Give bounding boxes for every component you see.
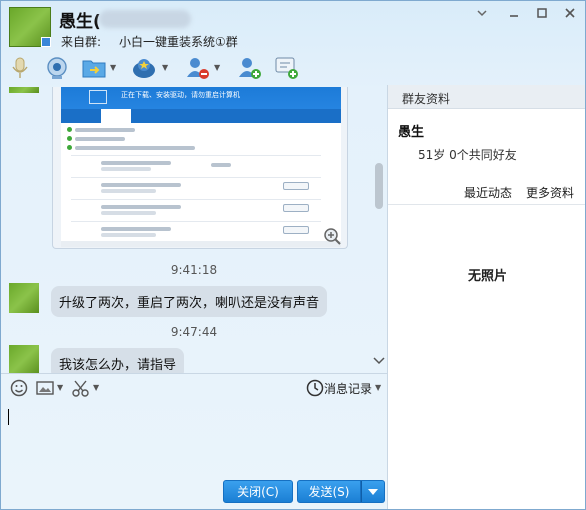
close-icon[interactable]: [561, 7, 579, 23]
message-input[interactable]: [1, 401, 387, 475]
add-friend-link[interactable]: 好友: [546, 121, 570, 138]
chevron-down-icon[interactable]: [473, 7, 491, 23]
send-button[interactable]: 发送(S): [297, 480, 361, 503]
chat-window: 愚生( 来自群: 小白一键重装系统①群 ▼ ▼ ▼ 正在下载、安装驱动，请勿重启…: [0, 0, 586, 510]
send-options-button[interactable]: [361, 480, 385, 503]
clock-icon[interactable]: [305, 378, 325, 398]
panel-header: 群友资料: [388, 85, 585, 109]
remote-assist-icon[interactable]: [131, 55, 157, 81]
history-menu-arrow[interactable]: ▼: [375, 383, 381, 392]
message-bubble[interactable]: 升级了两次，重启了两次，喇叭还是没有声音: [51, 286, 328, 317]
screenshot-active-tab: [101, 109, 131, 123]
name-redaction: [99, 10, 191, 28]
tab-recent-activity[interactable]: 最近动态: [464, 184, 512, 201]
avatar[interactable]: [9, 345, 39, 373]
member-info: 51岁 0个共同好友: [418, 148, 517, 162]
status-icon: [41, 37, 51, 47]
maximize-icon[interactable]: [533, 7, 551, 23]
member-profile-panel: 群友资料 愚生 好友 51岁 0个共同好友 最近照片 最近动态 更多资料 无照片: [387, 85, 585, 509]
avatar[interactable]: [9, 283, 39, 313]
no-photos-text: 无照片: [467, 269, 507, 284]
text-caret: [8, 409, 9, 425]
video-camera-icon[interactable]: [45, 55, 71, 81]
group-name[interactable]: 小白一键重装系统①群: [119, 33, 238, 50]
contact-name[interactable]: 愚生(: [59, 7, 101, 32]
block-user-icon[interactable]: [185, 55, 211, 81]
image-menu-arrow[interactable]: ▼: [57, 383, 63, 392]
minimize-icon[interactable]: [505, 7, 523, 23]
member-name[interactable]: 愚生: [398, 121, 424, 140]
message-bubble[interactable]: 我该怎么办，请指导: [51, 348, 185, 373]
screenshot-title: 正在下载、安装驱动，请勿重启计算机: [121, 91, 240, 99]
zoom-in-icon[interactable]: [323, 227, 341, 245]
scroll-down-icon[interactable]: [373, 357, 385, 368]
tab-recent-photos[interactable]: 最近照片: [404, 184, 452, 201]
chevron-down-icon: [368, 488, 378, 495]
close-button[interactable]: 关闭(C): [223, 480, 293, 503]
panel-title: 群友资料: [402, 92, 451, 106]
input-toolbar: ▼ ▼ 消息记录 ▼: [1, 373, 387, 401]
screenshot-body: [61, 123, 341, 247]
monitor-icon: [89, 90, 107, 104]
block-menu-arrow[interactable]: ▼: [214, 63, 220, 72]
emoji-icon[interactable]: [9, 378, 29, 398]
file-transfer-icon[interactable]: [81, 55, 107, 81]
panel-tabs: 最近照片 最近动态 更多资料: [388, 177, 585, 205]
file-menu-arrow[interactable]: ▼: [110, 63, 116, 72]
avatar[interactable]: [9, 87, 39, 93]
message-timestamp: 9:47:44: [170, 325, 218, 339]
from-label: 来自群:: [61, 35, 102, 49]
contact-avatar[interactable]: [9, 7, 51, 47]
message-timestamp: 9:41:18: [170, 263, 218, 277]
tab-more-info[interactable]: 更多资料: [526, 184, 574, 201]
scissors-icon[interactable]: [71, 378, 91, 398]
screenshot-image[interactable]: 正在下载、安装驱动，请勿重启计算机: [52, 87, 348, 249]
message-list[interactable]: 正在下载、安装驱动，请勿重启计算机 9:41:18 升级了两次，重启了两次，喇叭…: [1, 87, 387, 373]
image-icon[interactable]: [35, 378, 55, 398]
add-user-icon[interactable]: [237, 55, 263, 81]
screenshot-menu-arrow[interactable]: ▼: [93, 383, 99, 392]
scrollbar-thumb[interactable]: [375, 163, 383, 209]
history-button[interactable]: 消息记录: [324, 380, 372, 397]
remote-menu-arrow[interactable]: ▼: [162, 63, 168, 72]
message-add-icon[interactable]: [274, 55, 300, 81]
microphone-icon[interactable]: [9, 55, 35, 81]
screenshot-tabs: [61, 109, 341, 123]
